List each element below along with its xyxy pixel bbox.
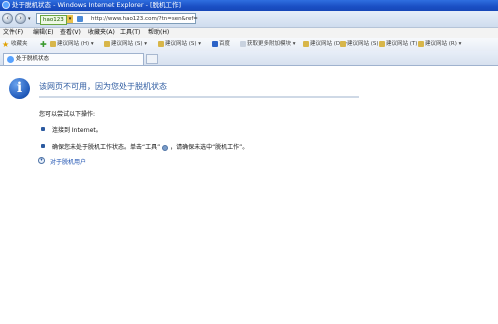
ie-logo-icon (2, 1, 10, 9)
info-icon: i (9, 78, 30, 99)
history-dropdown-icon[interactable]: ▾ (28, 16, 31, 22)
favorite-item[interactable]: 建议网站 (S) ▾ (158, 40, 201, 49)
page-heading: 该网页不可用，因为您处于脱机状态 (39, 82, 167, 91)
favorite-item-addons[interactable]: 获取更多附加模块 ▾ (240, 40, 296, 49)
site-icon (50, 40, 56, 47)
divider (39, 96, 359, 98)
bullet (41, 127, 45, 131)
forward-button[interactable]: › (15, 13, 26, 24)
url-text[interactable]: http://www.hao123.com/?tn=sen&ref= (91, 15, 198, 23)
site-icon (340, 40, 346, 47)
menu-favorites[interactable]: 收藏夹(A) (88, 28, 115, 38)
menu-help[interactable]: 帮助(H) (148, 28, 169, 38)
ie-tab-icon (7, 56, 14, 63)
site-dropdown-icon[interactable]: ▾ (67, 15, 73, 23)
favorite-item[interactable]: 建议网站 (R) ▾ (418, 40, 461, 49)
menu-tools[interactable]: 工具(T) (120, 28, 140, 38)
site-icon (418, 40, 424, 47)
address-row: ‹ › ▾ hao123 ▾ http://www.hao123.com/?tn… (0, 11, 498, 28)
tab-offline[interactable]: 处于脱机状态 (3, 53, 144, 65)
gear-icon (162, 144, 169, 151)
expand-chevron-icon[interactable]: ▾ (38, 157, 45, 164)
menu-view[interactable]: 查看(V) (60, 28, 81, 38)
address-bar[interactable]: hao123 ▾ http://www.hao123.com/?tn=sen&r… (36, 13, 198, 25)
addons-icon (240, 40, 246, 47)
site-icon (158, 40, 164, 47)
site-badge: hao123 (40, 15, 67, 25)
page-icon (77, 16, 83, 22)
suggestion-offline: 确保您未处于脱机工作状态。单击“工具” ，请确保未选中“脱机工作”。 (52, 144, 249, 151)
baidu-icon (212, 40, 218, 47)
title-bar: 处于脱机状态 - Windows Internet Explorer - [脱机… (0, 0, 498, 11)
tab-row: 处于脱机状态 (0, 51, 498, 66)
window-title: 处于脱机状态 - Windows Internet Explorer - [脱机… (12, 1, 182, 9)
offline-users-link[interactable]: 对于脱机用户 (50, 157, 86, 166)
favorite-item[interactable]: 建议网站 (T) ▾ (379, 40, 422, 49)
favorite-item[interactable]: 建议网站 (S) ▾ (104, 40, 147, 49)
favorite-item[interactable]: 建议网站 (S) ▾ (340, 40, 383, 49)
bullet (41, 144, 45, 148)
favorites-star-icon[interactable]: ★ (2, 40, 9, 49)
menu-file[interactable]: 文件(F) (3, 28, 23, 38)
site-icon (104, 40, 110, 47)
new-tab-button[interactable] (146, 54, 158, 64)
suggestion-connect: 连接到 Internet。 (52, 127, 102, 134)
favorite-item[interactable]: 建议网站 (H) ▾ (50, 40, 94, 49)
menu-edit[interactable]: 编辑(E) (33, 28, 53, 38)
site-icon (303, 40, 309, 47)
favorites-button[interactable]: 收藏夹 (11, 40, 28, 49)
site-icon (379, 40, 385, 47)
favorite-item-baidu[interactable]: 百度 (212, 40, 230, 49)
suggestions-lead: 您可以尝试以下操作: (39, 111, 96, 118)
tab-label: 处于脱机状态 (16, 56, 50, 62)
favorites-bar: ★ 收藏夹 ✚ 建议网站 (H) ▾ 建议网站 (S) ▾ 建议网站 (S) ▾… (0, 38, 498, 52)
back-button[interactable]: ‹ (2, 13, 13, 24)
add-favorite-icon[interactable]: ✚ (40, 40, 47, 49)
